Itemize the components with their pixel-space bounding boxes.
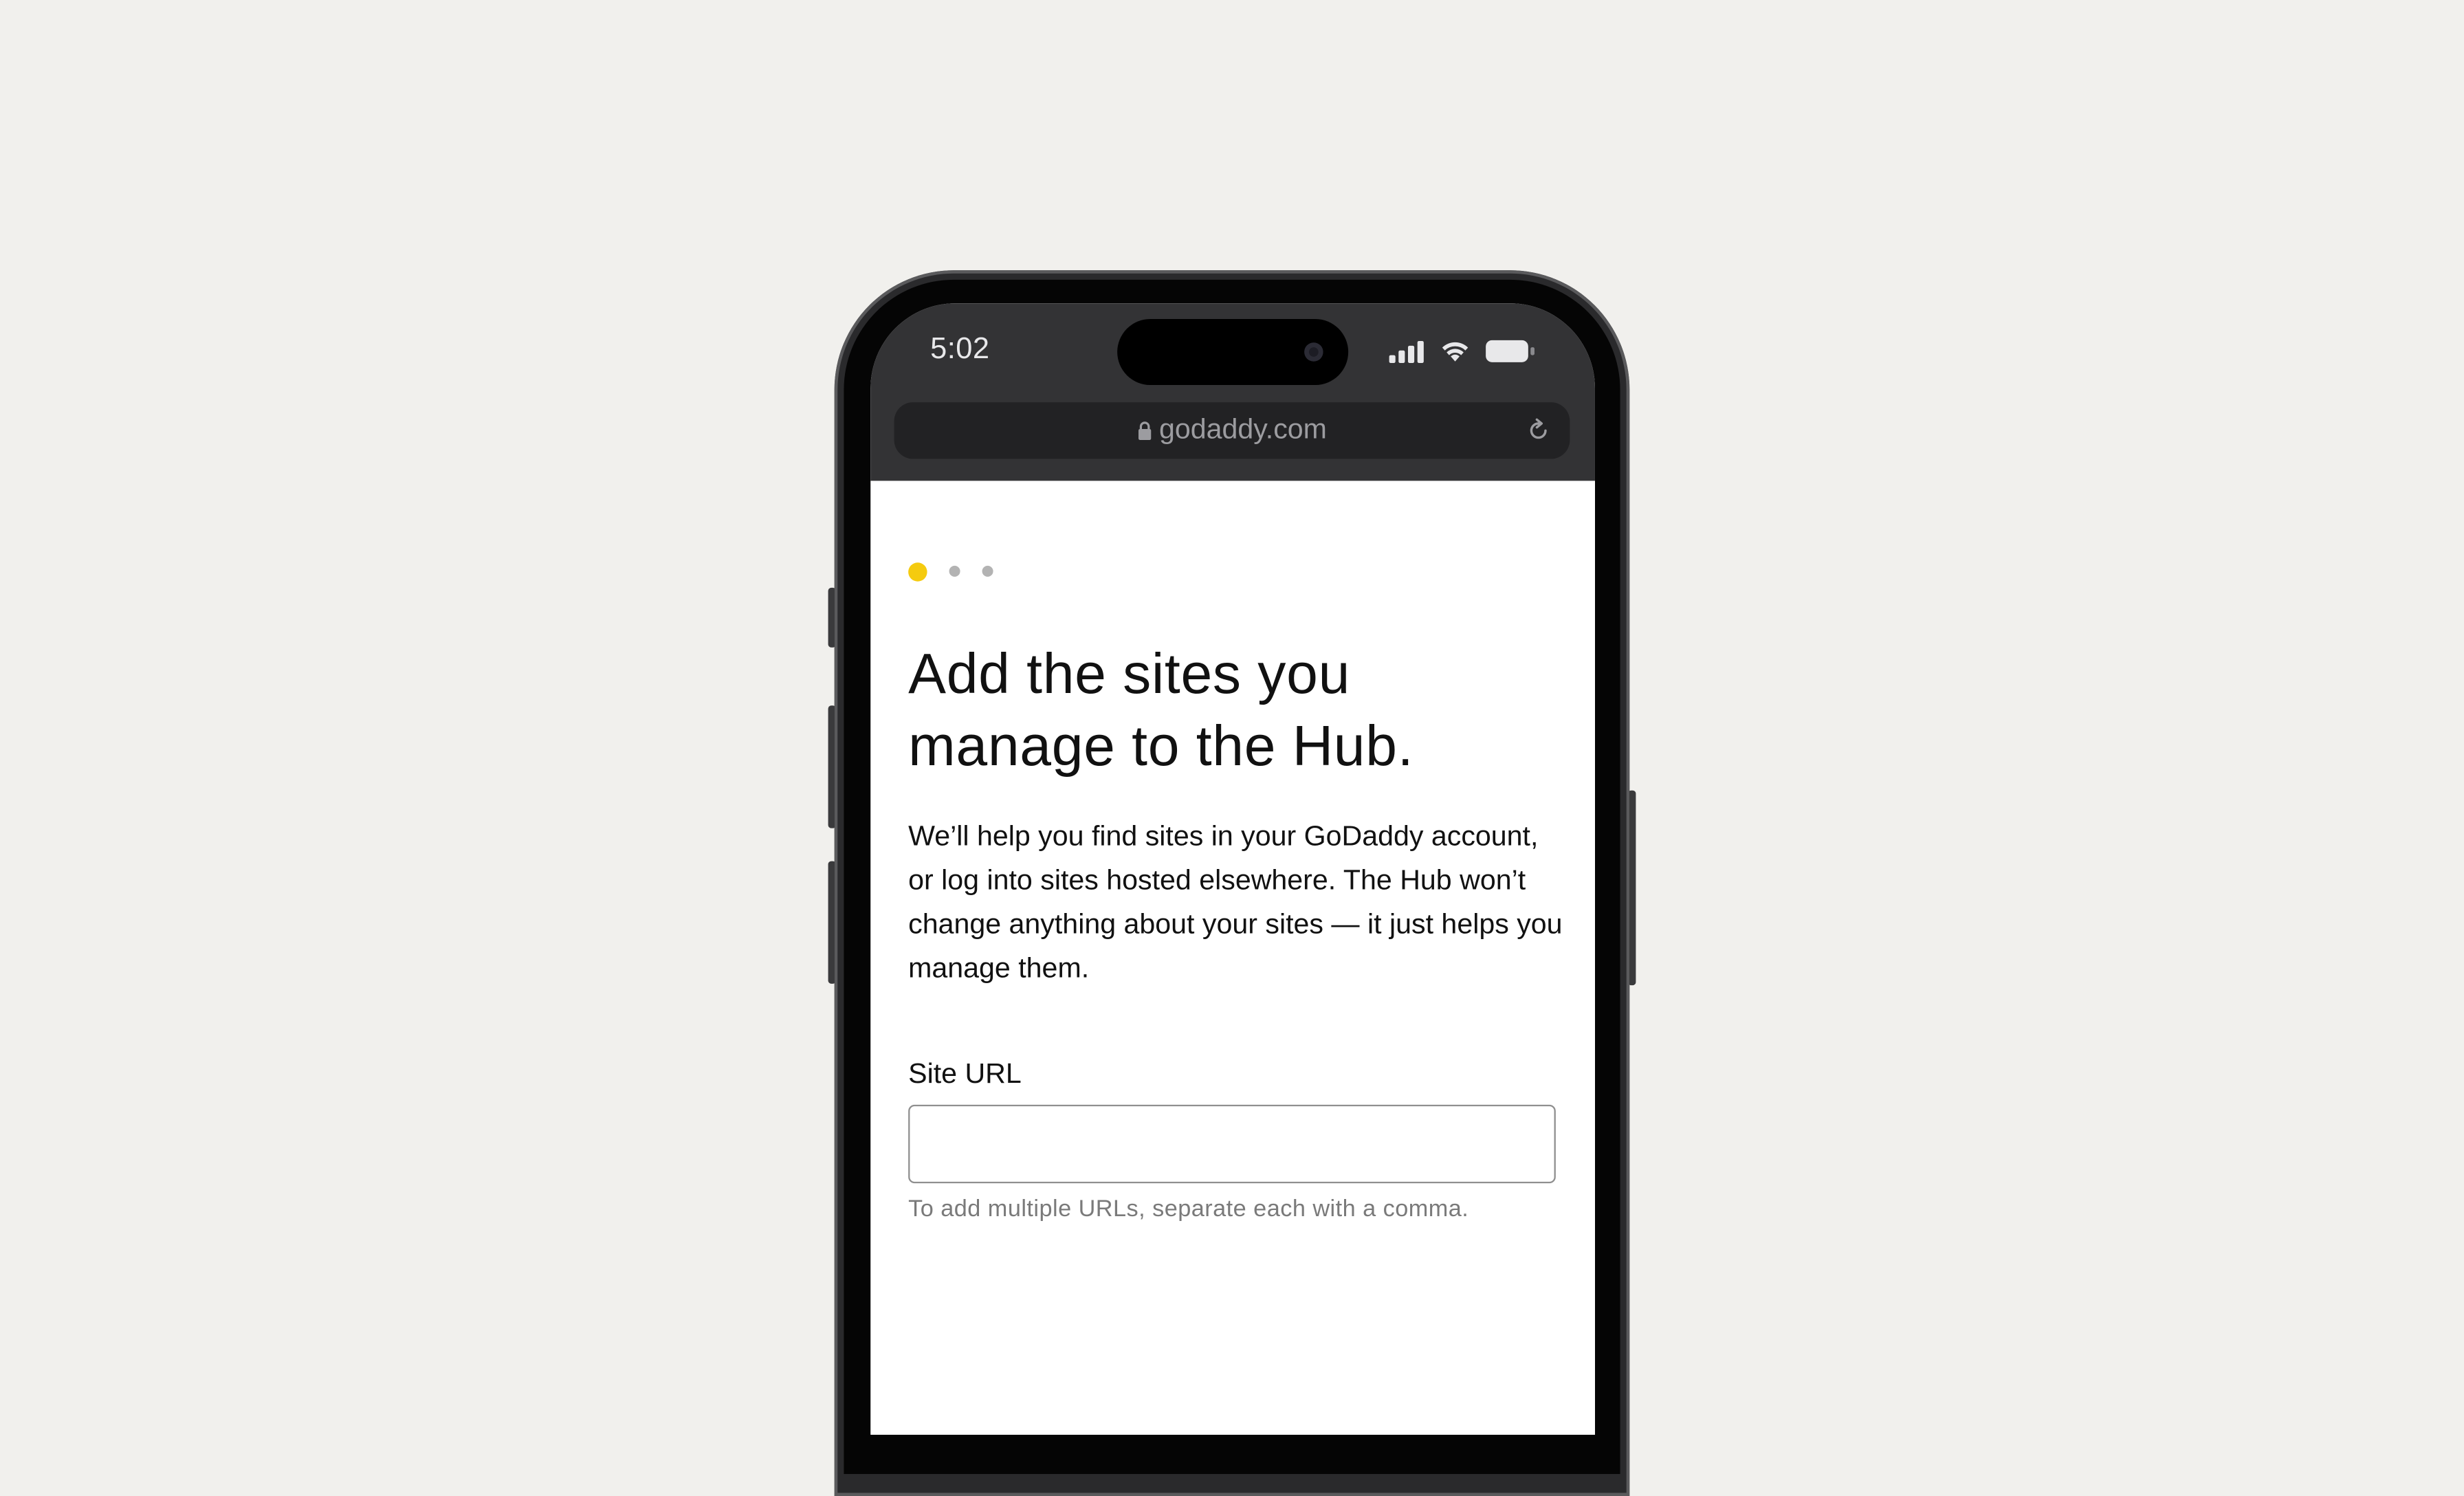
scene: 5:02 godaddy.com Add the sites you manag…: [0, 0, 2464, 1496]
page-title: Add the sites you manage to the Hub.: [908, 641, 1414, 778]
lock-icon: [1138, 421, 1151, 440]
camera-icon: [1304, 342, 1323, 362]
step-dot-2: [949, 565, 960, 577]
site-url-label: Site URL: [908, 1057, 1022, 1089]
address-bar[interactable]: godaddy.com: [894, 402, 1570, 459]
page-content: Add the sites you manage to the Hub. We’…: [870, 481, 1595, 1435]
battery-icon: [1486, 340, 1534, 362]
page-description: We’ll help you find sites in your GoDadd…: [908, 820, 1563, 984]
url-text: godaddy.com: [1158, 413, 1327, 445]
address-bar-url[interactable]: godaddy.com: [894, 413, 1570, 446]
signal-icon: [1389, 340, 1424, 363]
step-dot-1: [908, 562, 927, 582]
wifi-icon: [1442, 342, 1468, 362]
site-url-input[interactable]: [908, 1104, 1556, 1184]
step-dot-3: [982, 565, 993, 577]
status-time: 5:02: [930, 333, 990, 366]
browser-chrome: 5:02 godaddy.com: [870, 303, 1595, 481]
phone-screen: 5:02 godaddy.com Add the sites you manag…: [870, 303, 1595, 1435]
dynamic-island: [1117, 318, 1349, 385]
reload-icon[interactable]: [1526, 418, 1551, 443]
site-url-helper-text: To add multiple URLs, separate each with…: [908, 1196, 1469, 1223]
